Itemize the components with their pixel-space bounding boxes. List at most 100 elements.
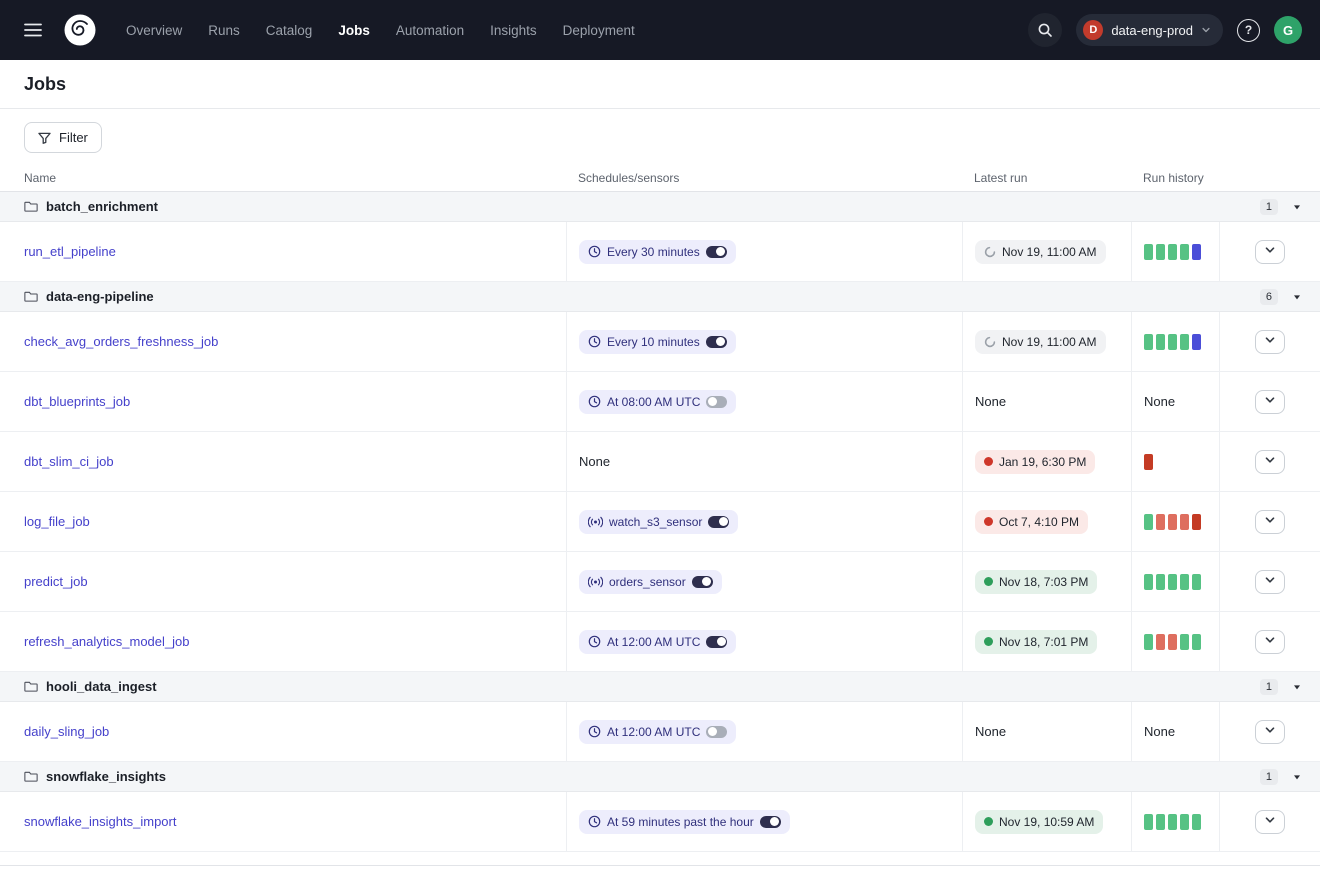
group-left: hooli_data_ingest bbox=[24, 679, 157, 694]
run-history-bar-failure[interactable] bbox=[1156, 514, 1165, 530]
latest-run-pill[interactable]: Nov 19, 11:00 AM bbox=[975, 330, 1106, 354]
job-link[interactable]: daily_sling_job bbox=[24, 724, 109, 739]
run-history-bar-success[interactable] bbox=[1180, 814, 1189, 830]
run-history-bar-failure[interactable] bbox=[1168, 634, 1177, 650]
run-history-bar-success[interactable] bbox=[1180, 634, 1189, 650]
job-link[interactable]: dbt_slim_ci_job bbox=[24, 454, 114, 469]
nav-item-deployment[interactable]: Deployment bbox=[563, 23, 635, 38]
latest-run-pill[interactable]: Nov 19, 11:00 AM bbox=[975, 240, 1106, 264]
run-history-bar-success[interactable] bbox=[1192, 814, 1201, 830]
latest-run-pill[interactable]: Jan 19, 6:30 PM bbox=[975, 450, 1095, 474]
schedule-cell: watch_s3_sensor bbox=[566, 492, 962, 551]
row-expand-button[interactable] bbox=[1255, 570, 1285, 594]
run-history-bar-success[interactable] bbox=[1156, 334, 1165, 350]
group-row-snowflake-insights[interactable]: snowflake_insights1 bbox=[0, 762, 1320, 792]
row-expand-button[interactable] bbox=[1255, 720, 1285, 744]
run-history-bar-started[interactable] bbox=[1192, 244, 1201, 260]
job-row-dbt-slim-ci-job: dbt_slim_ci_jobNoneJan 19, 6:30 PM bbox=[0, 432, 1320, 492]
schedule-toggle[interactable] bbox=[760, 816, 781, 828]
row-expand-button[interactable] bbox=[1255, 810, 1285, 834]
group-right: 1 bbox=[1260, 199, 1302, 215]
run-history-bar-success[interactable] bbox=[1144, 574, 1153, 590]
dagster-logo-icon[interactable] bbox=[60, 10, 100, 50]
nav-item-jobs[interactable]: Jobs bbox=[338, 23, 370, 38]
row-expand-button[interactable] bbox=[1255, 240, 1285, 264]
sensor-toggle[interactable] bbox=[708, 516, 729, 528]
run-history-bar-failure[interactable] bbox=[1180, 514, 1189, 530]
nav-item-runs[interactable]: Runs bbox=[208, 23, 240, 38]
schedule-pill[interactable]: At 59 minutes past the hour bbox=[579, 810, 790, 834]
sensor-pill[interactable]: orders_sensor bbox=[579, 570, 722, 594]
run-history-bar-success[interactable] bbox=[1180, 574, 1189, 590]
run-history-bar-success[interactable] bbox=[1180, 334, 1189, 350]
group-row-batch-enrichment[interactable]: batch_enrichment1 bbox=[0, 192, 1320, 222]
job-link[interactable]: log_file_job bbox=[24, 514, 90, 529]
search-icon[interactable] bbox=[1028, 13, 1062, 47]
nav-item-overview[interactable]: Overview bbox=[126, 23, 182, 38]
latest-run-pill[interactable]: Nov 19, 10:59 AM bbox=[975, 810, 1103, 834]
group-row-hooli-data-ingest[interactable]: hooli_data_ingest1 bbox=[0, 672, 1320, 702]
column-header-run-history: Run history bbox=[1131, 171, 1219, 185]
row-expand-button[interactable] bbox=[1255, 390, 1285, 414]
row-expand-button[interactable] bbox=[1255, 630, 1285, 654]
run-history-bar-error[interactable] bbox=[1144, 454, 1153, 470]
run-history-bar-success[interactable] bbox=[1156, 574, 1165, 590]
run-history-bar-success[interactable] bbox=[1192, 574, 1201, 590]
run-history-bar-started[interactable] bbox=[1192, 334, 1201, 350]
run-history-bar-failure[interactable] bbox=[1156, 634, 1165, 650]
run-history-bar-success[interactable] bbox=[1144, 514, 1153, 530]
nav-item-insights[interactable]: Insights bbox=[490, 23, 537, 38]
run-history-bar-success[interactable] bbox=[1168, 814, 1177, 830]
user-avatar[interactable]: G bbox=[1274, 16, 1302, 44]
job-link[interactable]: predict_job bbox=[24, 574, 88, 589]
chevron-down-icon bbox=[1264, 634, 1276, 649]
nav-item-automation[interactable]: Automation bbox=[396, 23, 464, 38]
latest-run-pill[interactable]: Nov 18, 7:03 PM bbox=[975, 570, 1097, 594]
job-link[interactable]: check_avg_orders_freshness_job bbox=[24, 334, 218, 349]
run-history-bar-success[interactable] bbox=[1144, 814, 1153, 830]
run-history-bar-failure[interactable] bbox=[1168, 514, 1177, 530]
deployment-name: data-eng-prod bbox=[1111, 23, 1193, 38]
run-history-bar-success[interactable] bbox=[1168, 244, 1177, 260]
schedule-toggle[interactable] bbox=[706, 246, 727, 258]
row-expand-button[interactable] bbox=[1255, 450, 1285, 474]
run-history-bar-success[interactable] bbox=[1156, 244, 1165, 260]
run-history-bar-success[interactable] bbox=[1192, 634, 1201, 650]
run-history-bar-success[interactable] bbox=[1168, 574, 1177, 590]
row-expand-button[interactable] bbox=[1255, 510, 1285, 534]
schedule-toggle[interactable] bbox=[706, 636, 727, 648]
latest-run-pill[interactable]: Oct 7, 4:10 PM bbox=[975, 510, 1088, 534]
hamburger-menu-icon[interactable] bbox=[18, 17, 48, 43]
run-history-bar-success[interactable] bbox=[1144, 334, 1153, 350]
sensor-toggle[interactable] bbox=[692, 576, 713, 588]
deployment-switcher[interactable]: D data-eng-prod bbox=[1076, 14, 1223, 46]
sensor-pill[interactable]: watch_s3_sensor bbox=[579, 510, 738, 534]
latest-run-pill[interactable]: Nov 18, 7:01 PM bbox=[975, 630, 1097, 654]
run-failure-dot-icon bbox=[984, 517, 993, 526]
run-history-bar-success[interactable] bbox=[1168, 334, 1177, 350]
job-link[interactable]: dbt_blueprints_job bbox=[24, 394, 130, 409]
help-icon[interactable]: ? bbox=[1237, 19, 1260, 42]
schedule-pill[interactable]: At 08:00 AM UTC bbox=[579, 390, 736, 414]
job-link[interactable]: snowflake_insights_import bbox=[24, 814, 176, 829]
schedule-pill[interactable]: Every 30 minutes bbox=[579, 240, 736, 264]
run-history-bar-success[interactable] bbox=[1144, 634, 1153, 650]
group-row-data-eng-pipeline[interactable]: data-eng-pipeline6 bbox=[0, 282, 1320, 312]
row-expand-button[interactable] bbox=[1255, 330, 1285, 354]
run-history-bar-success[interactable] bbox=[1144, 244, 1153, 260]
schedule-pill[interactable]: At 12:00 AM UTC bbox=[579, 720, 736, 744]
run-history-bar-error[interactable] bbox=[1192, 514, 1201, 530]
schedule-pill[interactable]: Every 10 minutes bbox=[579, 330, 736, 354]
schedule-toggle[interactable] bbox=[706, 396, 727, 408]
schedule-pill[interactable]: At 12:00 AM UTC bbox=[579, 630, 736, 654]
nav-item-catalog[interactable]: Catalog bbox=[266, 23, 313, 38]
schedule-toggle[interactable] bbox=[706, 336, 727, 348]
job-link[interactable]: refresh_analytics_model_job bbox=[24, 634, 189, 649]
column-header-schedules-sensors: Schedules/sensors bbox=[566, 171, 962, 185]
filter-button[interactable]: Filter bbox=[24, 122, 102, 153]
run-history-bar-success[interactable] bbox=[1180, 244, 1189, 260]
sensor-icon bbox=[588, 576, 603, 588]
job-link[interactable]: run_etl_pipeline bbox=[24, 244, 116, 259]
schedule-toggle[interactable] bbox=[706, 726, 727, 738]
run-history-bar-success[interactable] bbox=[1156, 814, 1165, 830]
